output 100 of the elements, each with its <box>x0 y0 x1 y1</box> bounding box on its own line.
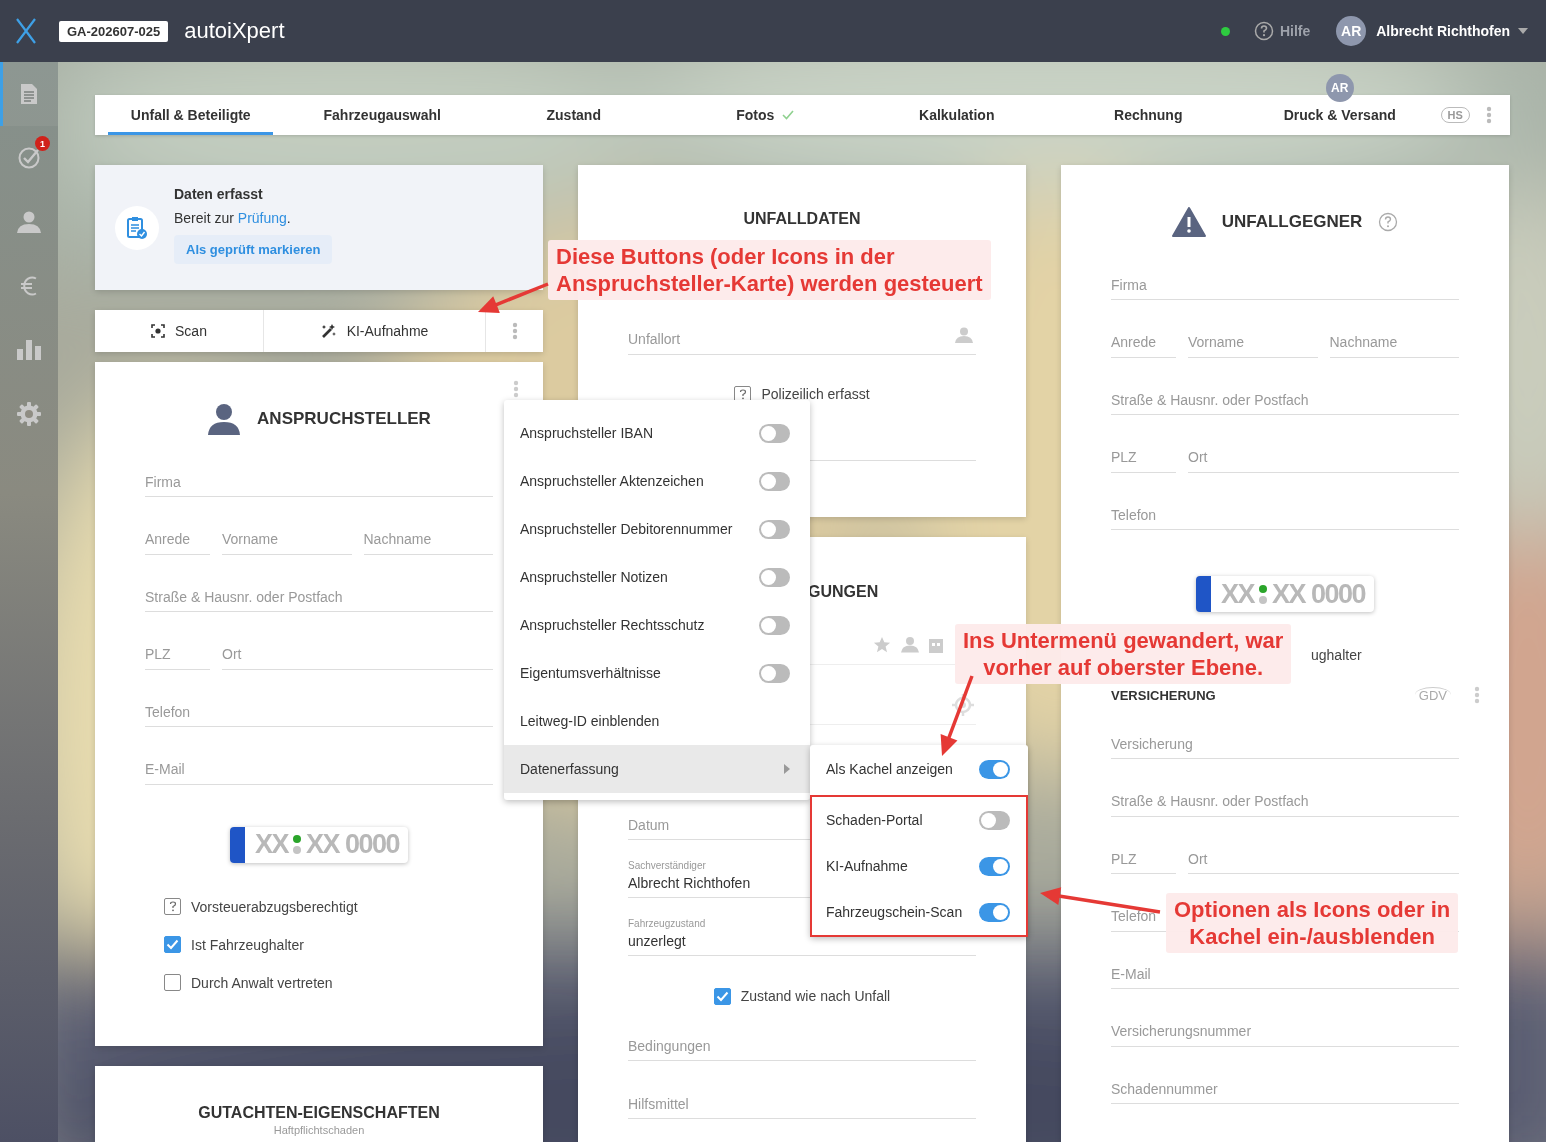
gear-icon <box>17 402 41 426</box>
toggle-switch[interactable] <box>759 423 790 443</box>
logo-icon[interactable] <box>15 18 37 44</box>
case-number-badge: GA-202607-025 <box>59 20 169 42</box>
card-title: UNFALLDATEN <box>742 210 862 228</box>
menu-item[interactable]: Anspruchsteller Notizen <box>504 553 810 601</box>
question-mark-icon <box>738 388 747 400</box>
caret-icon <box>784 764 790 774</box>
target-icon[interactable] <box>952 693 974 716</box>
kebab-icon[interactable] <box>511 322 518 340</box>
text-field[interactable]: E-Mail <box>145 744 493 785</box>
text-field[interactable]: Ort <box>1188 834 1459 874</box>
checkbox[interactable] <box>713 987 731 1005</box>
tab[interactable]: Kalkulation <box>874 95 1040 135</box>
checkbox[interactable] <box>164 974 181 991</box>
checkmark-icon <box>715 990 729 1002</box>
toggle-switch[interactable] <box>979 759 1010 779</box>
star-icon[interactable] <box>873 635 891 654</box>
help-icon[interactable] <box>1378 212 1399 232</box>
text-field[interactable]: PLZ <box>1111 432 1176 473</box>
checkbox-label: Zustand wie nach Unfall <box>740 988 891 1004</box>
toggle-switch[interactable] <box>759 567 790 587</box>
text-field[interactable]: Firma <box>1111 260 1459 300</box>
tab[interactable]: Zustand <box>491 95 657 135</box>
card-title: GUTACHTEN-EIGENSCHAFTEN <box>197 1104 441 1122</box>
menu-item[interactable]: Eigentumsverhältnisse <box>504 649 810 697</box>
text-field[interactable]: unzerlegt <box>628 929 798 949</box>
menu-item[interactable]: Anspruchsteller Aktenzeichen <box>504 457 810 505</box>
person-icon <box>207 403 242 435</box>
text-field[interactable]: Hilfsmittel <box>628 1079 976 1119</box>
menu-item[interactable]: Datenerfassung <box>504 745 810 793</box>
text-field[interactable]: Anrede <box>145 514 210 555</box>
tab[interactable]: Unfall & Beteiligte <box>108 95 274 135</box>
checkbox-label: Vorsteuerabzugsberechtigt <box>191 898 358 915</box>
menu-item[interactable]: Fahrzeugschein-Scan <box>812 889 1026 935</box>
euro-icon <box>19 275 39 297</box>
menu-item[interactable]: Anspruchsteller IBAN <box>504 409 810 457</box>
toggle-switch[interactable] <box>979 902 1010 922</box>
tab[interactable]: Fotos <box>682 95 848 135</box>
menu-item[interactable]: Anspruchsteller Debitorennummer <box>504 505 810 553</box>
text-field[interactable]: Telefon <box>145 687 493 727</box>
text-field[interactable]: Bedingungen <box>628 1021 976 1061</box>
text-field[interactable]: Firma <box>145 457 493 497</box>
tab[interactable]: Fahrzeugauswahl <box>299 95 465 135</box>
text-field[interactable]: Vorname <box>1188 317 1318 358</box>
tab[interactable]: Rechnung <box>1065 95 1231 135</box>
clipboard-icon <box>115 206 159 250</box>
text-field[interactable]: Straße & Hausnr. oder Postfach <box>145 572 493 612</box>
section-title: VERSICHERUNG <box>1111 687 1216 703</box>
text-field[interactable]: Telefon <box>1111 490 1459 530</box>
menu-item[interactable]: KI-Aufnahme <box>812 843 1026 889</box>
menu-item[interactable]: Anspruchsteller Rechtsschutz <box>504 601 810 649</box>
scan-button[interactable]: Scan <box>95 310 264 352</box>
kebab-icon[interactable] <box>513 380 519 398</box>
caret-icon[interactable] <box>1518 28 1528 34</box>
location-field[interactable]: Unfallort <box>628 322 955 347</box>
text-field[interactable]: Ort <box>222 629 493 670</box>
building-icon[interactable] <box>929 636 943 653</box>
annotation-tooltip: Diese Buttons (oder Icons in der Anspruchsteller-Karte) werden gesteuert <box>548 240 991 300</box>
magic-wand-icon <box>320 323 337 339</box>
text-field[interactable]: Straße & Hausnr. oder Postfach <box>1111 776 1459 817</box>
text-field[interactable]: Ort <box>1188 432 1459 473</box>
text-field[interactable]: PLZ <box>1111 834 1176 874</box>
checkbox-label: Polizeilich erfasst <box>761 386 870 402</box>
text-field[interactable]: Nachname <box>1329 317 1459 358</box>
bar-chart-icon <box>17 340 41 360</box>
checkbox[interactable] <box>164 936 181 953</box>
toggle-switch[interactable] <box>759 519 790 539</box>
help-link[interactable]: Hilfe <box>1253 21 1311 41</box>
kebab-icon[interactable] <box>1485 106 1492 124</box>
text-field[interactable]: Vorname <box>222 514 352 555</box>
toggle-switch[interactable] <box>759 471 790 491</box>
sidebar-item[interactable]: 1 <box>0 126 58 190</box>
text-field[interactable]: Albrecht Richthofen <box>628 871 798 891</box>
person-icon[interactable] <box>901 636 919 653</box>
checkbox-label: ughalter <box>1311 647 1362 663</box>
menu-item[interactable]: Leitweg-ID einblenden <box>504 697 810 745</box>
text-field[interactable]: Versicherungsnummer <box>1111 1006 1459 1047</box>
warning-icon <box>1171 207 1206 237</box>
status-text: Bereit zur Prüfung. <box>174 210 292 226</box>
text-field[interactable]: Anrede <box>1111 317 1176 358</box>
person-icon[interactable] <box>955 326 973 343</box>
user-name[interactable]: Albrecht Richthofen <box>1376 23 1510 39</box>
text-field[interactable]: PLZ <box>145 629 210 670</box>
sidebar-item[interactable] <box>0 62 58 126</box>
text-field[interactable]: Straße & Hausnr. oder Postfach <box>1111 375 1459 415</box>
person-icon <box>16 211 42 233</box>
kebab-icon[interactable] <box>1474 686 1480 704</box>
text-field[interactable]: Schadennummer <box>1111 1064 1459 1104</box>
menu-item[interactable]: Als Kachel anzeigen <box>810 745 1028 793</box>
toggle-switch[interactable] <box>759 615 790 635</box>
text-field[interactable]: Versicherung <box>1111 719 1459 759</box>
text-field[interactable]: Nachname <box>363 514 493 555</box>
help-icon[interactable] <box>1253 21 1274 41</box>
toggle-switch[interactable] <box>979 810 1010 830</box>
app-name: autoiXpert <box>184 18 285 44</box>
checkbox[interactable] <box>164 898 181 915</box>
notification-badge: 1 <box>35 136 50 151</box>
toggle-switch[interactable] <box>979 856 1010 876</box>
toggle-switch[interactable] <box>759 663 790 683</box>
